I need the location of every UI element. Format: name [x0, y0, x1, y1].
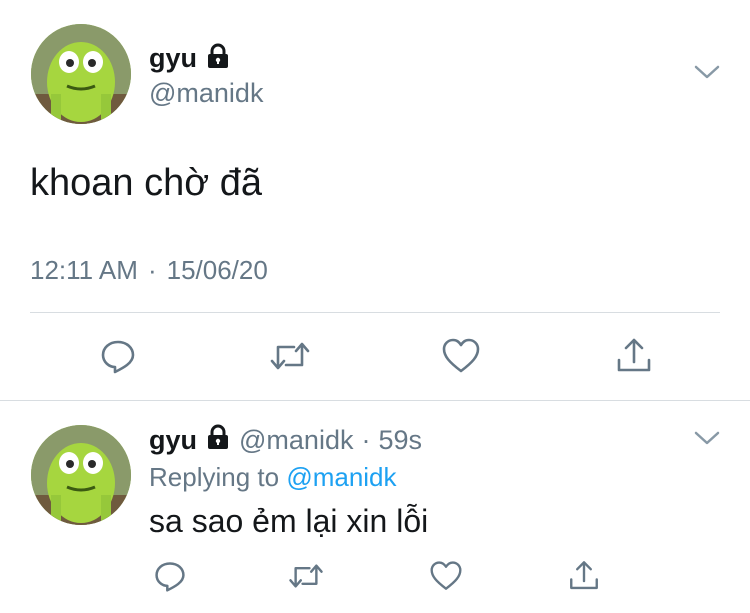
chevron-down-icon[interactable] — [694, 64, 720, 85]
replying-to: Replying to @manidk — [149, 462, 397, 493]
share-icon[interactable] — [562, 556, 606, 596]
replying-prefix: Replying to — [149, 462, 280, 492]
tweet-time[interactable]: 12:11 AM — [30, 255, 138, 286]
tweet-text: khoan chờ đã — [30, 162, 262, 204]
reply-age[interactable]: 59s — [378, 425, 422, 456]
divider — [30, 312, 720, 313]
author-handle[interactable]: @manidk — [149, 78, 263, 109]
reply-author-handle[interactable]: @manidk — [239, 425, 353, 456]
lock-icon — [205, 424, 231, 457]
replying-to-link[interactable]: @manidk — [286, 462, 396, 492]
tweet-meta: 12:11 AM · 15/06/20 — [30, 255, 268, 286]
lock-icon — [205, 43, 231, 74]
heart-icon[interactable] — [438, 334, 484, 378]
reply-avatar[interactable] — [31, 425, 131, 525]
comment-icon[interactable] — [148, 556, 192, 596]
reply-author-row: gyu @manidk · 59s — [149, 422, 422, 458]
section-divider — [0, 400, 750, 401]
tweet-date[interactable]: 15/06/20 — [167, 255, 268, 286]
heart-icon[interactable] — [424, 556, 468, 596]
reply-text: sa sao ẻm lại xin lỗi — [149, 503, 429, 539]
chevron-down-icon[interactable] — [694, 430, 720, 451]
reply-author-name[interactable]: gyu — [149, 425, 197, 456]
author-row: gyu — [149, 40, 231, 76]
avatar[interactable] — [31, 24, 131, 124]
retweet-icon[interactable] — [266, 334, 314, 378]
reply-separator: · — [361, 424, 371, 455]
retweet-icon[interactable] — [284, 556, 328, 596]
share-icon[interactable] — [612, 334, 656, 378]
author-name[interactable]: gyu — [149, 43, 197, 74]
comment-icon[interactable] — [96, 334, 140, 378]
meta-separator: · — [147, 255, 157, 285]
